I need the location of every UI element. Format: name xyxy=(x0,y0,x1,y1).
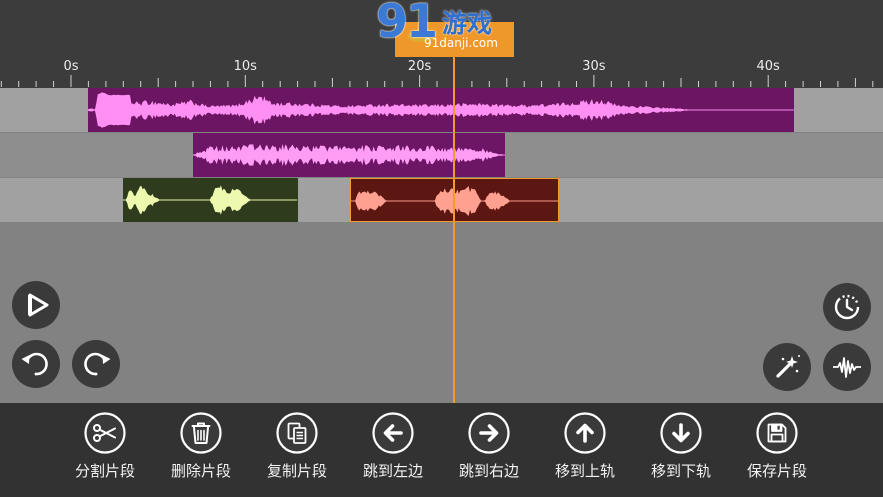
redo-icon-shape-shape xyxy=(94,372,98,376)
undo-icon-shape xyxy=(34,372,38,376)
arrow-up-icon xyxy=(564,412,606,454)
trash-icon-shape xyxy=(191,422,211,444)
copy-clip-label: 复制片段 xyxy=(266,462,327,480)
jump-left-button[interactable]: 跳到左边 xyxy=(349,403,437,497)
clip-waveform xyxy=(88,92,795,128)
copy-clip-button[interactable]: 复制片段 xyxy=(253,403,341,497)
clock-icon xyxy=(834,294,860,320)
arrow-left-icon xyxy=(372,412,414,454)
magic-wand-icon xyxy=(776,355,800,378)
track-lane-1[interactable] xyxy=(0,88,883,132)
track-area[interactable] xyxy=(0,88,883,403)
move-up-track-button[interactable]: 移到上轨 xyxy=(541,403,629,497)
history-button[interactable] xyxy=(823,283,871,331)
save-icon-shape-shape xyxy=(777,425,780,430)
clip-waveform xyxy=(193,143,505,167)
track-lane-2[interactable] xyxy=(0,133,883,177)
play-icon-shape xyxy=(28,293,49,317)
split-clip-label: 分割片段 xyxy=(74,462,135,480)
split-clip-button[interactable]: 分割片段 xyxy=(61,403,149,497)
save-icon xyxy=(756,412,798,454)
save-icon-shape xyxy=(756,412,798,454)
watermark-text: 游戏 xyxy=(442,9,493,38)
copy-icon xyxy=(276,412,318,454)
effects-button[interactable] xyxy=(763,343,811,391)
watermark-logo: 91 游戏 91danji.com xyxy=(372,0,512,56)
magic-wand-icon-shape xyxy=(798,355,800,357)
move-down-track-button[interactable]: 移到下轨 xyxy=(637,403,725,497)
delete-clip-label: 删除片段 xyxy=(170,462,231,480)
waveform-shape xyxy=(123,185,297,215)
waveform-shape xyxy=(88,92,794,128)
magic-wand-icon-shape xyxy=(776,362,792,378)
magic-wand-icon-shape xyxy=(795,369,799,373)
arrow-right-icon xyxy=(468,412,510,454)
audio-clip[interactable] xyxy=(123,178,298,222)
undo-button[interactable] xyxy=(12,340,60,388)
play-icon xyxy=(28,293,49,317)
top-bar: 91 游戏 91danji.com 0s 10s 20s 30s 40s xyxy=(0,0,883,88)
save-clip-button[interactable]: 保存片段 xyxy=(733,403,821,497)
waveform-button[interactable] xyxy=(823,343,871,391)
audio-clip[interactable] xyxy=(193,133,505,177)
ruler-ticks xyxy=(0,75,874,87)
move-down-track-label: 移到下轨 xyxy=(650,462,711,480)
save-icon-shape-shape xyxy=(771,423,783,432)
play-button[interactable] xyxy=(12,281,60,329)
track-lane-3[interactable] xyxy=(0,178,883,222)
waveform-icon-shape xyxy=(833,357,861,378)
move-up-track-label: 移到上轨 xyxy=(554,462,615,480)
watermark-domain: 91danji.com xyxy=(424,36,498,50)
undo-icon-shape xyxy=(21,355,30,364)
audio-clip[interactable] xyxy=(88,88,795,132)
save-clip-label: 保存片段 xyxy=(746,462,807,480)
audio-editor: 91 游戏 91danji.com 0s 10s 20s 30s 40s 分割片… xyxy=(0,0,883,497)
undo-icon-shape xyxy=(25,352,48,376)
delete-clip-button[interactable]: 删除片段 xyxy=(157,403,245,497)
timeline-ruler[interactable]: 0s 10s 20s 30s 40s xyxy=(0,55,883,88)
redo-icon xyxy=(84,352,111,376)
waveform-shape xyxy=(193,143,504,167)
waveform-icon xyxy=(833,357,861,378)
bottom-toolbar: 分割片段 删除片段 复制片段 跳到左边 跳到右边 移到上轨 移到下轨 保存片段 xyxy=(0,403,883,497)
jump-right-button[interactable]: 跳到右边 xyxy=(445,403,533,497)
arrow-down-icon xyxy=(660,412,702,454)
magic-wand-icon-shape xyxy=(781,357,785,361)
redo-button[interactable] xyxy=(72,340,120,388)
undo-icon xyxy=(21,352,48,376)
redo-icon-shape-shape xyxy=(102,355,111,364)
jump-left-label: 跳到左边 xyxy=(362,462,423,480)
jump-right-label: 跳到右边 xyxy=(458,462,519,480)
redo-icon-shape-shape xyxy=(84,352,107,376)
scissors-icon xyxy=(84,412,126,454)
clip-waveform xyxy=(123,185,298,215)
redo-icon-shape xyxy=(84,352,111,376)
playhead-line[interactable] xyxy=(453,57,456,403)
trash-icon xyxy=(180,412,222,454)
clock-icon-shape xyxy=(845,298,854,312)
